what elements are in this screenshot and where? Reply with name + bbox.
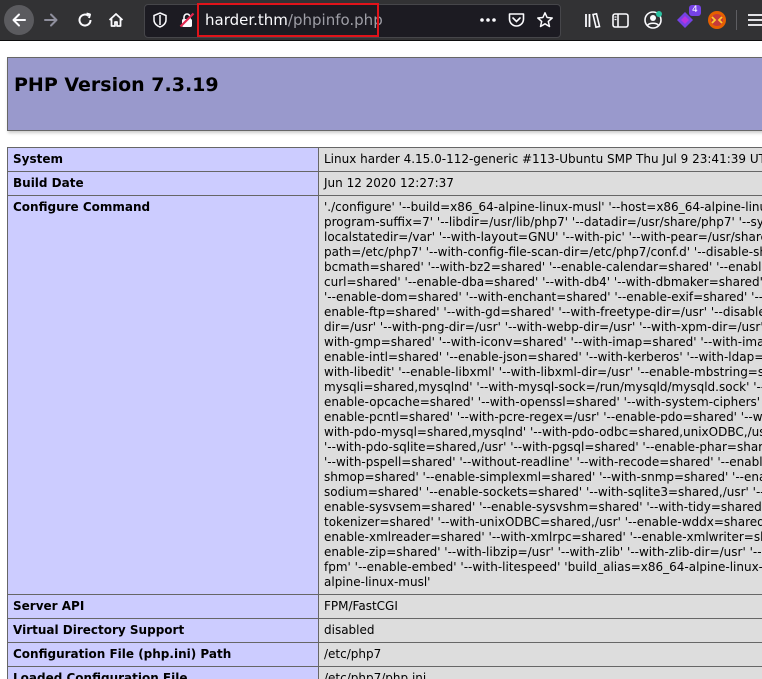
sidebar-icon[interactable] [610,10,630,30]
table-row: Configure Command './configure' '--build=… [7,195,762,595]
row-value: /etc/php7/php.ini [318,666,762,679]
insecure-lock-icon[interactable] [178,11,196,29]
browser-toolbar: harder.thm/phpinfo.php 4 [0,0,762,41]
toolbar-separator [736,10,737,30]
phpinfo-header: PHP Version 7.3.19 [7,57,762,131]
row-key: Loaded Configuration File [7,666,319,679]
extension-badge: 4 [689,5,701,16]
page-title: PHP Version 7.3.19 [14,74,219,96]
reload-icon [78,12,92,27]
back-arrow-icon [12,13,26,27]
row-value: FPM/FastCGI [318,594,762,619]
phpinfo-table: System Linux harder 4.15.0-112-generic #1… [7,147,762,679]
pocket-icon[interactable] [506,11,526,29]
row-value: /etc/php7 [318,642,762,667]
table-row: Virtual Directory Support disabled [7,618,762,643]
table-row: Server API FPM/FastCGI [7,594,762,619]
firefox-monitor-icon[interactable] [705,8,729,32]
hamburger-menu-icon[interactable] [746,11,762,29]
account-icon[interactable] [642,9,664,31]
row-key: Server API [7,594,319,619]
forward-arrow-icon [44,13,58,27]
row-value: Linux harder 4.15.0-112-generic #113-Ubu… [318,147,762,172]
page-content: PHP Version 7.3.19 System Linux harder 4.… [0,41,762,679]
back-button[interactable] [4,5,34,35]
forward-button[interactable] [36,5,66,35]
url-highlight-box [197,3,379,37]
row-key: Build Date [7,171,319,196]
row-key: Configure Command [7,195,319,595]
reload-button[interactable] [70,5,100,35]
table-row: Build Date Jun 12 2020 12:27:37 [7,171,762,196]
row-value: disabled [318,618,762,643]
shield-icon[interactable] [152,11,168,29]
row-value: Jun 12 2020 12:27:37 [318,171,762,196]
library-icon[interactable] [582,10,604,30]
row-key: Virtual Directory Support [7,618,319,643]
row-key: Configuration File (php.ini) Path [7,642,319,667]
row-key: System [7,147,319,172]
home-button[interactable] [101,5,131,35]
home-icon [108,13,124,27]
more-dots-icon[interactable] [478,11,498,29]
table-row: Configuration File (php.ini) Path/etc/ph… [7,642,762,667]
row-value: './configure' '--build=x86_64-alpine-lin… [318,195,762,595]
table-row: System Linux harder 4.15.0-112-generic #1… [7,147,762,172]
table-row: Loaded Configuration File/etc/php7/php.i… [7,666,762,679]
bookmark-star-icon[interactable] [535,10,555,30]
